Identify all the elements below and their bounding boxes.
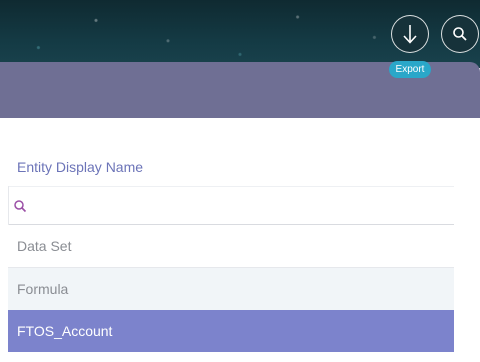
column-filter-row[interactable]: [8, 187, 454, 225]
search-icon: [14, 199, 27, 212]
export-button[interactable]: [391, 15, 429, 53]
column-header-label: Entity Display Name: [17, 159, 144, 175]
row-label: Data Set: [17, 238, 72, 254]
header-search-button[interactable]: [441, 15, 479, 53]
row-label: Formula: [17, 281, 69, 297]
table-row[interactable]: Data Set: [8, 225, 454, 268]
row-label: FTOS_Account: [17, 323, 113, 339]
download-arrow-icon: [403, 25, 417, 44]
table-row[interactable]: Formula: [8, 268, 454, 311]
export-tooltip: Export: [389, 61, 431, 78]
table-row-selected[interactable]: FTOS_Account: [8, 310, 454, 352]
column-header-entity-display-name[interactable]: Entity Display Name: [8, 148, 454, 187]
search-icon: [453, 27, 467, 41]
